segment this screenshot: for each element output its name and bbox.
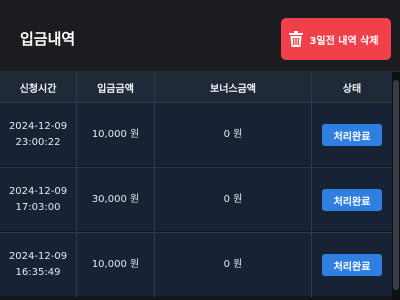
page-header: 입금내역 3일전 내역 삭제	[0, 0, 400, 72]
table-row: 2024-12-09 16:35:49 10,000 원 0 원 처리완료	[0, 232, 392, 297]
deposit-amount-cell: 30,000 원	[77, 168, 155, 232]
status-cell: 처리완료	[312, 168, 392, 232]
status-cell: 처리완료	[312, 233, 392, 297]
request-clock-time: 23:00:22	[15, 137, 61, 148]
table-header: 신청시간 입금금액 보너스금액 상태	[0, 72, 392, 102]
table-row: 2024-12-09 17:03:00 30,000 원 0 원 처리완료	[0, 167, 392, 232]
page-title: 입금내역	[20, 30, 76, 48]
deposit-history-table: 신청시간 입금금액 보너스금액 상태 2024-12-09 23:00:22 1…	[0, 72, 392, 300]
column-header-request-time: 신청시간	[0, 72, 77, 102]
request-date: 2024-12-09	[8, 186, 68, 197]
delete-old-history-button[interactable]: 3일전 내역 삭제	[281, 18, 391, 60]
column-header-status: 상태	[342, 83, 362, 95]
vertical-scrollbar[interactable]	[392, 72, 400, 300]
request-date: 2024-12-09	[8, 251, 68, 262]
request-clock-time: 16:35:49	[15, 267, 61, 278]
deposit-amount-cell: 10,000 원	[77, 233, 155, 297]
bonus-amount-cell: 0 원	[155, 103, 312, 167]
status-completed-button[interactable]: 처리완료	[322, 189, 382, 211]
request-clock-time: 17:03:00	[15, 202, 61, 213]
column-header-deposit-amount: 입금금액	[77, 72, 155, 102]
status-completed-button[interactable]: 처리완료	[322, 254, 382, 276]
request-time-cell: 2024-12-09 16:35:49	[0, 233, 77, 297]
request-time-cell: 2024-12-09 23:00:22	[0, 103, 77, 167]
bonus-amount-cell: 0 원	[155, 168, 312, 232]
deposit-amount-cell: 10,000 원	[77, 103, 155, 167]
bonus-amount-cell: 0 원	[155, 233, 312, 297]
status-completed-button[interactable]: 처리완료	[322, 124, 382, 146]
column-header-bonus-amount: 보너스금액	[155, 72, 312, 102]
request-time-cell: 2024-12-09 17:03:00	[0, 168, 77, 232]
table-row: 2024-12-09 23:00:22 10,000 원 0 원 처리완료	[0, 102, 392, 167]
scrollbar-thumb[interactable]	[393, 80, 399, 290]
trash-icon	[289, 31, 304, 47]
status-cell: 처리완료	[312, 103, 392, 167]
delete-button-label: 3일전 내역 삭제	[309, 35, 379, 47]
request-date: 2024-12-09	[8, 121, 68, 132]
